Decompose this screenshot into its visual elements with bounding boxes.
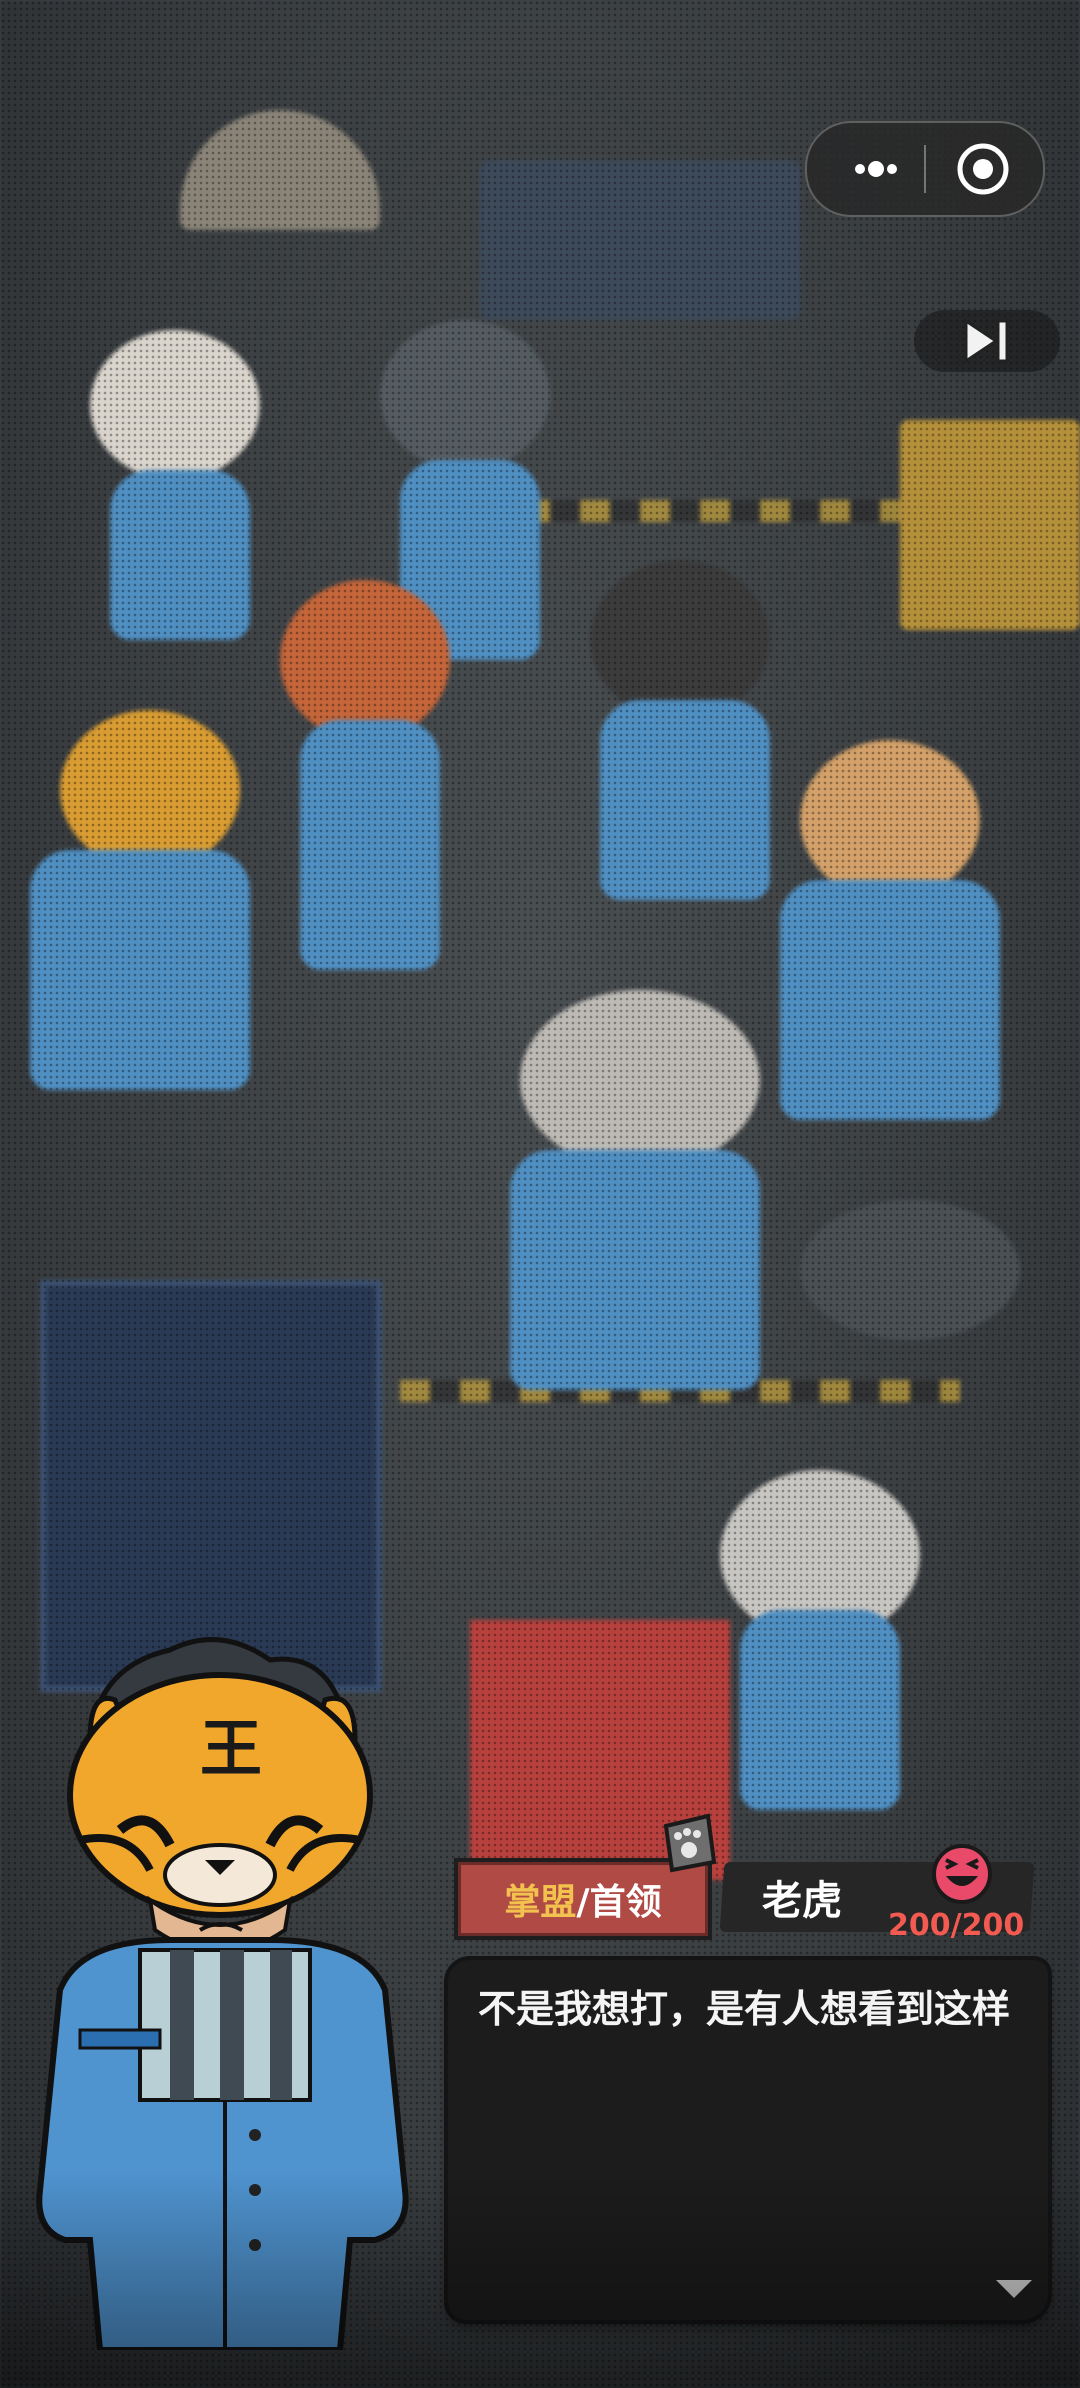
dialogue-text: 不是我想打，是有人想看到这样: [478, 1987, 1011, 2031]
bg-poster: [900, 420, 1080, 630]
speaker-name: 老虎: [762, 1878, 842, 1924]
bg-lamp: [180, 110, 380, 230]
bg-head: [60, 710, 240, 870]
miniprogram-capsule: [805, 121, 1045, 217]
bg-body: [30, 850, 250, 1090]
bg-head: [520, 990, 760, 1170]
bg-head: [280, 580, 450, 740]
skip-forward-icon: [964, 319, 1009, 363]
svg-text:王: 王: [200, 1712, 262, 1785]
role-rest: /首领: [576, 1882, 662, 1923]
bg-body: [510, 1150, 760, 1390]
bottom-vignette: [0, 2170, 1080, 2388]
bg-head: [90, 330, 260, 480]
bg-head: [800, 740, 980, 900]
more-dots-icon[interactable]: [841, 143, 911, 195]
bg-head: [380, 320, 550, 470]
role-highlight: 掌盟: [504, 1882, 577, 1923]
bg-head: [590, 560, 770, 720]
capsule-divider: [924, 145, 926, 193]
bg-body: [780, 880, 1000, 1120]
paw-badge-icon: [663, 1813, 717, 1873]
bg-head: [800, 1200, 1020, 1340]
bg-screen: [480, 160, 800, 320]
bg-caution-stripe: [520, 500, 900, 522]
hp-value: 200/200: [888, 1908, 1025, 1943]
bg-body: [110, 470, 250, 640]
bg-body: [300, 720, 440, 970]
target-circle-icon[interactable]: [955, 141, 1011, 197]
bg-body: [740, 1610, 900, 1810]
skip-button[interactable]: [914, 310, 1060, 372]
laughing-face-icon: [932, 1844, 992, 1904]
bg-body: [600, 700, 770, 900]
